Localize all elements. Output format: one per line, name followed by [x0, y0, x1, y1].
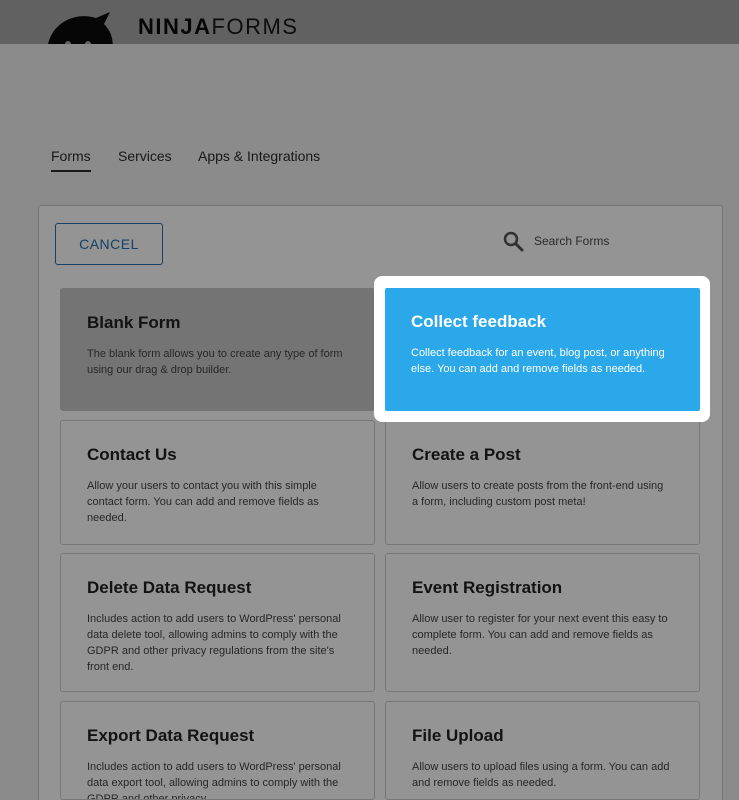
template-title: Collect feedback [411, 312, 547, 331]
magnifier-icon [503, 231, 524, 252]
template-title: Contact Us [87, 445, 177, 464]
search-forms [502, 228, 702, 254]
brand-name-bold: NINJA [138, 14, 212, 39]
template-card-file-upload[interactable]: File Upload Allow users to upload files … [385, 701, 700, 800]
template-card-contact-us[interactable]: Contact Us Allow your users to contact y… [60, 420, 375, 545]
template-title: Create a Post [412, 445, 521, 464]
template-card-collect-feedback[interactable]: Collect feedback Collect feedback for an… [385, 288, 700, 411]
template-title: Export Data Request [87, 726, 255, 745]
cancel-button[interactable]: CANCEL [55, 223, 163, 265]
template-description: Allow user to register for your next eve… [412, 613, 668, 657]
template-card-export-data-request[interactable]: Export Data Request Includes action to a… [60, 701, 375, 800]
template-card-create-a-post[interactable]: Create a Post Allow users to create post… [385, 420, 700, 545]
template-title: Event Registration [412, 578, 563, 597]
template-card-blank-form[interactable]: Blank Form The blank form allows you to … [60, 288, 375, 411]
template-description: Allow users to upload files using a form… [412, 761, 670, 789]
template-card-delete-data-request[interactable]: Delete Data Request Includes action to a… [60, 553, 375, 692]
template-title: Blank Form [87, 313, 181, 332]
template-description: Collect feedback for an event, blog post… [411, 347, 665, 375]
template-description: Includes action to add users to WordPres… [87, 613, 341, 673]
tab-apps-integrations[interactable]: Apps & Integrations [198, 148, 320, 164]
template-title: File Upload [412, 726, 504, 745]
ninja-logo-icon [48, 12, 113, 44]
app-header: NINJAFORMS [0, 0, 739, 44]
template-description: Includes action to add users to WordPres… [87, 761, 341, 800]
brand-name-light: FORMS [211, 14, 299, 39]
template-description: Allow your users to contact you with thi… [87, 480, 319, 524]
template-description: Allow users to create posts from the fro… [412, 480, 664, 508]
ninja-forms-page: NINJAFORMS Forms Services Apps & Integra… [0, 0, 739, 800]
template-description: The blank form allows you to create any … [87, 348, 343, 376]
brand-logo-text: NINJAFORMS [138, 14, 298, 40]
template-title: Delete Data Request [87, 578, 252, 597]
tab-forms[interactable]: Forms [51, 148, 91, 172]
tab-services[interactable]: Services [118, 148, 172, 164]
search-input[interactable] [532, 228, 696, 254]
template-card-event-registration[interactable]: Event Registration Allow user to registe… [385, 553, 700, 692]
